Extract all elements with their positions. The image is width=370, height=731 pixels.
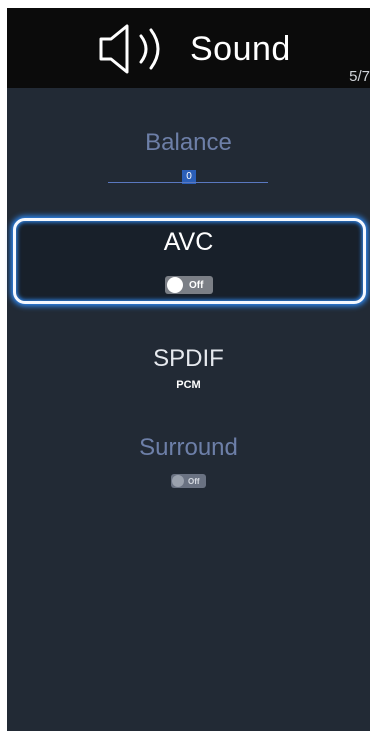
avc-label: AVC [163, 228, 214, 256]
balance-item[interactable]: Balance [7, 129, 370, 157]
surround-toggle-knob [172, 475, 184, 487]
speaker-icon [99, 24, 160, 74]
surround-toggle-text: Off [188, 476, 200, 486]
spdif-value: PCM [176, 379, 201, 391]
surround-label: Surround [139, 434, 238, 461]
surround-item[interactable]: Surround [7, 434, 370, 462]
avc-toggle-knob [167, 277, 183, 293]
surround-toggle[interactable]: Off [171, 474, 206, 488]
spdif-label: SPDIF [153, 345, 224, 372]
page-counter: 5/7 [349, 68, 370, 85]
balance-slider-track[interactable] [108, 182, 268, 183]
page-title: Sound [190, 30, 291, 68]
avc-item[interactable]: AVC [7, 228, 370, 257]
avc-toggle[interactable]: Off [165, 276, 213, 294]
header-bar: Sound 5/7 [7, 8, 370, 88]
avc-toggle-text: Off [189, 279, 204, 291]
balance-label: Balance [145, 129, 232, 156]
sound-settings-screen: Sound 5/7 Balance 0 AVC Off SPDIF PCM Su… [7, 8, 370, 731]
spdif-item[interactable]: SPDIF PCM [7, 345, 370, 391]
